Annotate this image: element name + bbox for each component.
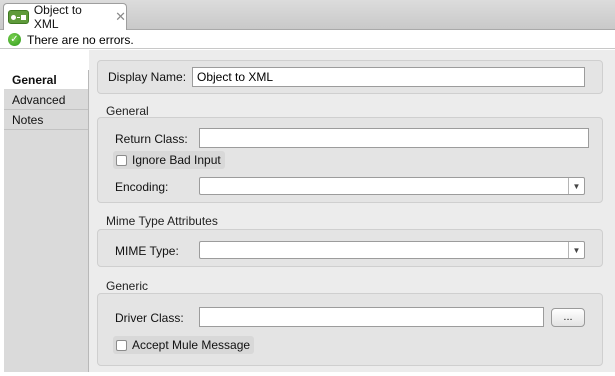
encoding-label: Encoding: — [115, 180, 169, 194]
driver-class-input[interactable] — [199, 307, 544, 327]
editor-tab-bar: Object to XML ✕ — [0, 0, 615, 31]
tab-general[interactable]: General — [4, 70, 88, 90]
display-name-label: Display Name: — [108, 70, 187, 84]
accept-mule-message-box[interactable] — [116, 339, 127, 351]
general-section-title: General — [106, 104, 149, 118]
tab-notes[interactable]: Notes — [4, 110, 88, 130]
validation-status-bar: ✓ There are no errors. — [0, 31, 615, 49]
ignore-bad-input-checkbox[interactable]: Ignore Bad Input — [113, 151, 225, 169]
mime-attributes-group: MIME Type: ▼ — [97, 229, 603, 267]
driver-class-label: Driver Class: — [115, 311, 184, 325]
chevron-down-icon[interactable]: ▼ — [568, 242, 584, 258]
editor-tab-object-to-xml[interactable]: Object to XML ✕ — [3, 3, 127, 31]
generic-section-title: Generic — [106, 279, 149, 293]
transformer-icon — [8, 10, 29, 24]
status-message: There are no errors. — [27, 32, 134, 47]
accept-mule-message-checkbox[interactable]: Accept Mule Message — [113, 336, 255, 354]
chevron-down-icon[interactable]: ▼ — [568, 178, 584, 194]
properties-sidebar: General Advanced Notes — [4, 70, 89, 372]
return-class-input[interactable] — [199, 128, 589, 148]
tab-advanced[interactable]: Advanced — [4, 90, 88, 110]
ok-check-icon: ✓ — [8, 33, 21, 46]
accept-mule-message-label: Accept Mule Message — [132, 338, 251, 352]
return-class-label: Return Class: — [115, 132, 188, 146]
generic-settings-group: Driver Class: ... Accept Mule Message — [97, 293, 603, 366]
encoding-select[interactable]: ▼ — [199, 177, 585, 195]
ignore-bad-input-box[interactable] — [116, 154, 127, 166]
editor-tab-title: Object to XML — [33, 3, 82, 31]
display-name-group: Display Name: — [97, 60, 603, 94]
mime-section-title: Mime Type Attributes — [106, 214, 218, 228]
close-icon[interactable]: ✕ — [115, 9, 126, 25]
display-name-input[interactable] — [192, 67, 585, 87]
ignore-bad-input-label: Ignore Bad Input — [132, 153, 221, 167]
general-properties-panel: Display Name: General Return Class: Igno… — [89, 50, 615, 372]
general-settings-group: Return Class: Ignore Bad Input Encoding:… — [97, 117, 603, 203]
mime-type-select[interactable]: ▼ — [199, 241, 585, 259]
browse-driver-class-button[interactable]: ... — [551, 308, 585, 327]
mime-type-label: MIME Type: — [115, 244, 179, 258]
